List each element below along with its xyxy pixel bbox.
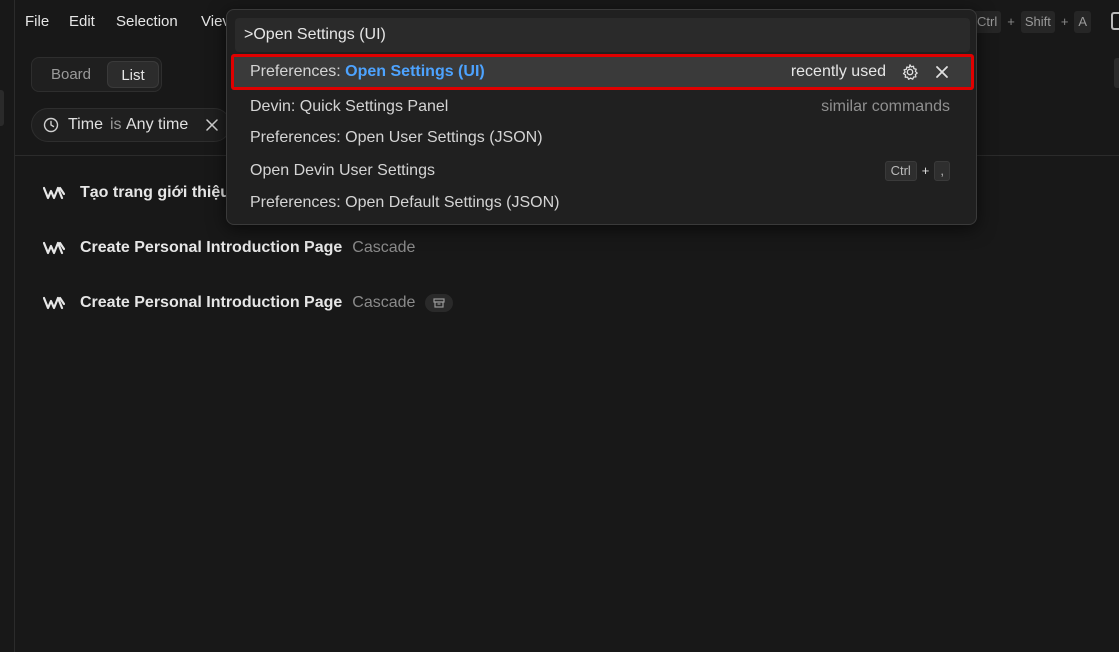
command-item-open-default-settings-json[interactable]: Preferences: Open Default Settings (JSON… <box>233 188 972 218</box>
time-filter-chip[interactable]: Time is Any time <box>31 108 231 142</box>
filter-key: Time <box>68 116 103 133</box>
task-title: Create Personal Introduction Page <box>80 239 343 256</box>
key-plus: + <box>921 163 930 178</box>
archive-icon <box>433 298 446 308</box>
command-palette: >Open Settings (UI) Preferences: Open Se… <box>226 9 977 225</box>
shortcut-plus: + <box>1060 14 1069 29</box>
task-source: Cascade <box>352 239 416 256</box>
key-ctrl: Ctrl <box>884 161 917 181</box>
menu-file[interactable]: File <box>25 13 49 30</box>
filter-value: Any time <box>126 116 189 133</box>
command-highlight: Open Settings (UI) <box>345 63 485 80</box>
shortcut-key-a: A <box>1074 11 1092 33</box>
command-prefix: Preferences: <box>250 63 346 80</box>
key-comma: , <box>934 161 950 181</box>
board-view-button[interactable]: Board <box>36 61 106 88</box>
list-view-button[interactable]: List <box>107 61 159 88</box>
windsurf-logo-icon <box>43 186 65 200</box>
command-label: Devin: Quick Settings Panel <box>250 98 449 115</box>
gear-icon[interactable] <box>901 63 919 81</box>
command-item-quick-settings[interactable]: Devin: Quick Settings Panel similar comm… <box>233 92 972 122</box>
command-item-open-devin-user-settings[interactable]: Open Devin User Settings Ctrl + , <box>233 156 972 186</box>
keybinding: Ctrl + , <box>884 160 950 182</box>
view-toggle: Board List <box>31 57 162 92</box>
shortcut-key-shift: Shift <box>1020 11 1055 33</box>
command-label: Preferences: Open Settings (UI) <box>250 57 485 87</box>
close-icon[interactable] <box>204 117 220 133</box>
menu-edit[interactable]: Edit <box>69 13 95 30</box>
windsurf-logo-icon <box>43 241 65 255</box>
shortcut-plus: + <box>1007 14 1015 29</box>
command-label: Preferences: Open Default Settings (JSON… <box>250 194 560 211</box>
command-label: Open Devin User Settings <box>250 162 435 179</box>
task-row[interactable]: Create Personal Introduction Page Cascad… <box>43 291 454 315</box>
shortcut-hint: Ctrl + Shift + A <box>973 11 1092 33</box>
shortcut-key-ctrl: Ctrl <box>973 11 1002 33</box>
windsurf-logo-icon <box>43 296 65 310</box>
clock-icon <box>43 117 59 133</box>
right-edge-handle[interactable] <box>1114 58 1119 88</box>
panel-toggle-icon[interactable] <box>1111 12 1119 30</box>
task-row[interactable]: Create Personal Introduction Page Cascad… <box>43 236 415 260</box>
task-title: Create Personal Introduction Page <box>80 294 343 311</box>
filter-operator: is <box>110 116 122 133</box>
archived-badge <box>425 294 454 312</box>
command-item-open-settings-ui[interactable]: Preferences: Open Settings (UI) recently… <box>231 54 974 90</box>
similar-commands-label: similar commands <box>821 98 950 115</box>
command-label: Preferences: Open User Settings (JSON) <box>250 129 543 146</box>
command-palette-input[interactable]: >Open Settings (UI) <box>235 18 970 52</box>
left-edge-handle[interactable] <box>0 90 4 126</box>
task-row[interactable]: Tạo trang giới thiệu <box>43 181 230 205</box>
menu-selection[interactable]: Selection <box>116 13 178 30</box>
left-edge-strip <box>0 0 15 652</box>
task-title: Tạo trang giới thiệu <box>80 184 231 201</box>
task-source: Cascade <box>352 294 416 311</box>
command-item-open-user-settings-json[interactable]: Preferences: Open User Settings (JSON) <box>233 123 972 153</box>
close-icon[interactable] <box>933 63 951 81</box>
recently-used-label: recently used <box>790 63 886 80</box>
command-item-actions: recently used <box>791 57 951 87</box>
